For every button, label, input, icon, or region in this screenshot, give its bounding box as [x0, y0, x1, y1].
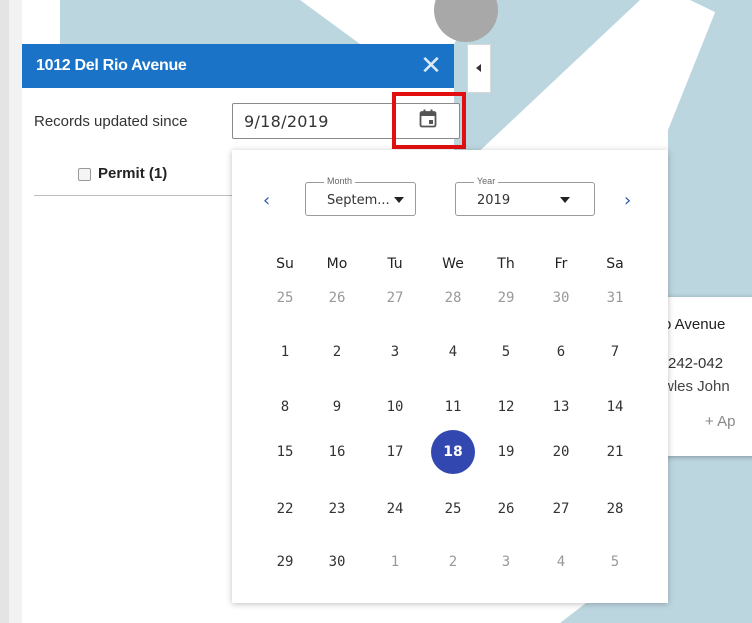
weekday-label: Tu [387, 256, 403, 272]
calendar-day[interactable]: 11 [431, 385, 475, 429]
weekday-label: Fr [554, 256, 568, 272]
calendar-day[interactable]: 1 [263, 330, 307, 374]
calendar-day[interactable]: 19 [484, 430, 528, 474]
calendar-day[interactable]: 21 [593, 430, 637, 474]
permit-divider [34, 195, 234, 196]
calendar-day[interactable]: 5 [484, 330, 528, 374]
calendar-day[interactable]: 17 [373, 430, 417, 474]
calendar-day[interactable]: 23 [315, 487, 359, 531]
calendar-day[interactable]: 30 [315, 540, 359, 584]
calendar-day[interactable]: 27 [539, 487, 583, 531]
year-select[interactable]: Year 2019 [455, 176, 595, 216]
weekday-label: Mo [326, 256, 348, 272]
calendar-day[interactable]: 26 [484, 487, 528, 531]
panel-header: 1012 Del Rio Avenue ✕ [22, 44, 454, 88]
calendar-day[interactable]: 15 [263, 430, 307, 474]
previous-month-button[interactable]: ‹ [263, 190, 270, 211]
date-input-value: 9/18/2019 [244, 112, 329, 131]
calendar-day[interactable]: 6 [539, 330, 583, 374]
caret-down-icon [394, 197, 404, 203]
calendar-day[interactable]: 4 [431, 330, 475, 374]
weekday-label: We [442, 256, 464, 272]
calendar-day[interactable]: 12 [484, 385, 528, 429]
calendar-day[interactable]: 2 [315, 330, 359, 374]
next-month-button[interactable]: › [624, 190, 631, 211]
year-select-value: 2019 [477, 193, 511, 208]
weekday-label: Th [497, 256, 515, 272]
calendar-day[interactable]: 14 [593, 385, 637, 429]
calendar-day[interactable]: 5 [593, 540, 637, 584]
chevron-right-icon: › [624, 190, 632, 211]
selected-day[interactable]: 18 [431, 430, 475, 474]
collapse-panel-button[interactable] [467, 44, 491, 93]
calendar-day[interactable]: 10 [373, 385, 417, 429]
info-card-parcel-number: -242-042 [663, 355, 724, 372]
permit-checkbox[interactable] [78, 168, 91, 181]
calendar-day[interactable]: 4 [539, 540, 583, 584]
calendar-day[interactable]: 20 [539, 430, 583, 474]
permit-label: Permit (1) [98, 165, 168, 182]
month-select[interactable]: Month Septem... [305, 176, 416, 216]
calendar-toggle-button[interactable] [392, 92, 466, 149]
weekday-label: Sa [606, 256, 624, 272]
date-picker-calendar [232, 150, 668, 603]
calendar-day[interactable]: 9 [315, 385, 359, 429]
calendar-day[interactable]: 27 [373, 276, 417, 320]
calendar-day[interactable]: 22 [263, 487, 307, 531]
caret-left-icon [476, 64, 481, 72]
calendar-day[interactable]: 8 [263, 385, 307, 429]
calendar-day[interactable]: 30 [539, 276, 583, 320]
calendar-day[interactable]: 2 [431, 540, 475, 584]
calendar-day[interactable]: 7 [593, 330, 637, 374]
left-sidebar-inner [9, 0, 22, 623]
info-card-owner: wles John [663, 378, 730, 395]
calendar-day[interactable]: 3 [484, 540, 528, 584]
caret-down-icon [560, 197, 570, 203]
records-updated-label: Records updated since [34, 113, 188, 130]
calendar-day[interactable]: 24 [373, 487, 417, 531]
calendar-icon [419, 109, 437, 128]
calendar-day[interactable]: 1 [373, 540, 417, 584]
close-icon[interactable]: ✕ [418, 52, 444, 78]
month-select-value: Septem... [327, 193, 390, 208]
left-sidebar-strip [0, 0, 22, 623]
info-card-add-link[interactable]: + Ap [705, 413, 735, 430]
calendar-day[interactable]: 25 [431, 487, 475, 531]
calendar-day[interactable]: 31 [593, 276, 637, 320]
calendar-day[interactable]: 28 [593, 487, 637, 531]
calendar-day[interactable]: 29 [484, 276, 528, 320]
month-select-legend: Month [324, 176, 356, 186]
calendar-day[interactable]: 3 [373, 330, 417, 374]
year-select-legend: Year [474, 176, 499, 186]
chevron-left-icon: ‹ [263, 190, 271, 211]
calendar-day[interactable]: 26 [315, 276, 359, 320]
calendar-day[interactable]: 16 [315, 430, 359, 474]
calendar-day[interactable]: 28 [431, 276, 475, 320]
info-card-title: o Avenue [663, 316, 726, 333]
weekday-label: Su [276, 256, 294, 272]
calendar-day[interactable]: 29 [263, 540, 307, 584]
calendar-day[interactable]: 13 [539, 385, 583, 429]
calendar-day[interactable]: 25 [263, 276, 307, 320]
panel-title: 1012 Del Rio Avenue [36, 57, 187, 74]
